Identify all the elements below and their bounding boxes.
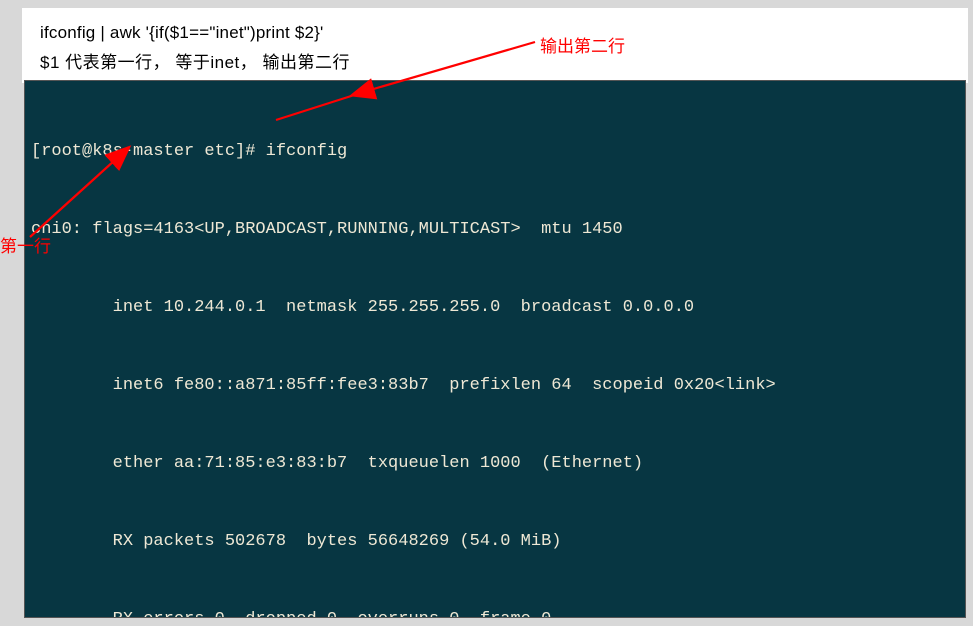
- explain-text: $1 代表第一行， 等于inet， 输出第二行: [40, 50, 950, 76]
- terminal-line: RX packets 502678 bytes 56648269 (54.0 M…: [31, 529, 959, 555]
- terminal-line: inet6 fe80::a871:85ff:fee3:83b7 prefixle…: [31, 373, 959, 399]
- terminal-line: cni0: flags=4163<UP,BROADCAST,RUNNING,MU…: [31, 217, 959, 243]
- terminal-line: ether aa:71:85:e3:83:b7 txqueuelen 1000 …: [31, 451, 959, 477]
- command-text: ifconfig | awk '{if($1=="inet")print $2}…: [40, 20, 950, 46]
- terminal-window[interactable]: [root@k8s-master etc]# ifconfig cni0: fl…: [24, 80, 966, 618]
- terminal-line: RX errors 0 dropped 0 overruns 0 frame 0: [31, 607, 959, 618]
- terminal-line: inet 10.244.0.1 netmask 255.255.255.0 br…: [31, 295, 959, 321]
- doc-text-block: ifconfig | awk '{if($1=="inet")print $2}…: [22, 8, 968, 83]
- terminal-prompt: [root@k8s-master etc]# ifconfig: [31, 139, 959, 165]
- document-area: ifconfig | awk '{if($1=="inet")print $2}…: [22, 8, 968, 83]
